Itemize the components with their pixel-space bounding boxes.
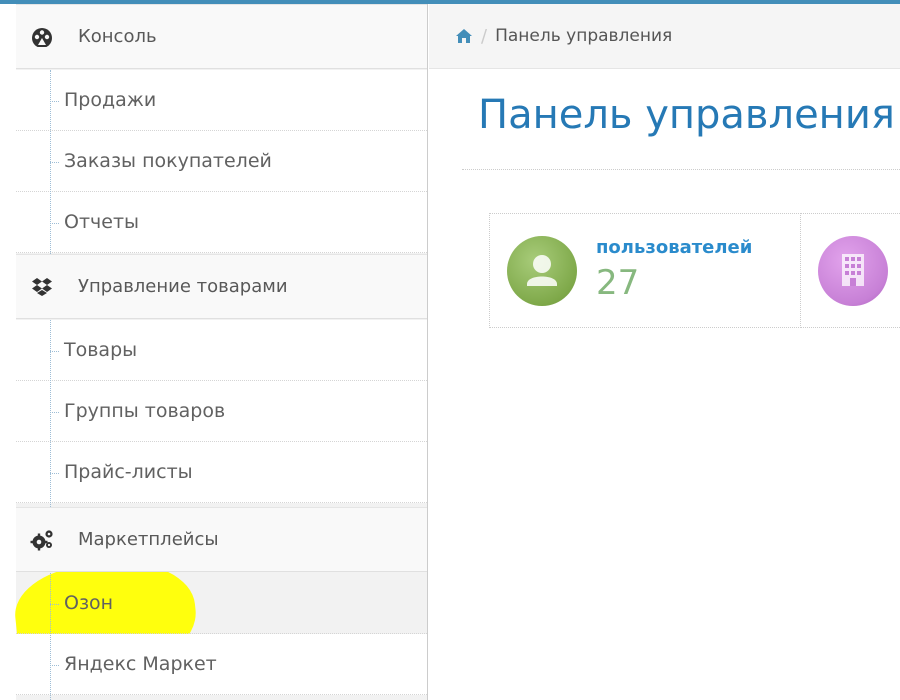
sidebar-item-label: Заказы покупателей <box>64 150 272 172</box>
dropbox-icon <box>18 277 66 297</box>
tree-tick <box>50 162 59 163</box>
tree-tick <box>50 473 59 474</box>
dashboard-icon <box>18 27 66 47</box>
tree-tick <box>50 223 59 224</box>
page-title: Панель управления <box>478 92 895 138</box>
sidebar-group-label: Консоль <box>78 26 157 47</box>
sidebar-group-products[interactable]: Управление товарами <box>16 254 427 319</box>
sidebar-item-label: Озон <box>64 592 114 614</box>
tree-tick <box>50 665 59 666</box>
sidebar-group-marketplaces[interactable]: Маркетплейсы <box>16 507 427 572</box>
sidebar-item-ozon[interactable]: Озон <box>16 573 427 634</box>
sidebar-item-label: Товары <box>64 339 138 361</box>
user-icon <box>507 236 577 306</box>
tree-tick <box>50 101 59 102</box>
tree-guide-line <box>50 573 51 700</box>
breadcrumb: / Панель управления <box>429 4 900 69</box>
tree-tick <box>50 412 59 413</box>
tree-tick <box>50 604 59 605</box>
sidebar-item-price-lists[interactable]: Прайс-листы <box>16 442 427 503</box>
sidebar-item-label: Группы товаров <box>64 400 226 422</box>
sidebar-group-label: Маркетплейсы <box>78 529 219 550</box>
sidebar-gutter <box>0 4 16 700</box>
sidebar: Консоль Продажи Заказы покупателей Отчет… <box>10 4 428 700</box>
tree-tick <box>50 351 59 352</box>
home-icon[interactable] <box>455 27 473 45</box>
breadcrumb-separator: / <box>481 25 488 47</box>
sidebar-item-customer-orders[interactable]: Заказы покупателей <box>16 131 427 192</box>
sidebar-item-label: Прайс-листы <box>64 461 193 483</box>
sidebar-item-label: Продажи <box>64 89 157 111</box>
stat-value: 27 <box>596 263 640 303</box>
stat-users[interactable]: пользователей 27 <box>489 213 801 328</box>
sidebar-item-sales[interactable]: Продажи <box>16 70 427 131</box>
sidebar-item-goods[interactable]: Товары <box>16 320 427 381</box>
sidebar-item-yandex-market[interactable]: Яндекс Маркет <box>16 634 427 695</box>
stat-companies[interactable] <box>800 213 900 328</box>
sidebar-group-label: Управление товарами <box>78 276 288 297</box>
title-divider <box>462 169 900 170</box>
breadcrumb-current: Панель управления <box>495 26 673 46</box>
building-icon <box>818 236 888 306</box>
stat-label[interactable]: пользователей <box>596 237 752 258</box>
gears-icon <box>18 529 66 551</box>
sidebar-item-product-groups[interactable]: Группы товаров <box>16 381 427 442</box>
sidebar-group-console[interactable]: Консоль <box>16 4 427 69</box>
tree-guide-line <box>50 320 51 507</box>
sidebar-item-reports[interactable]: Отчеты <box>16 192 427 253</box>
sidebar-item-label: Отчеты <box>64 211 140 233</box>
sidebar-item-label: Яндекс Маркет <box>64 653 217 675</box>
